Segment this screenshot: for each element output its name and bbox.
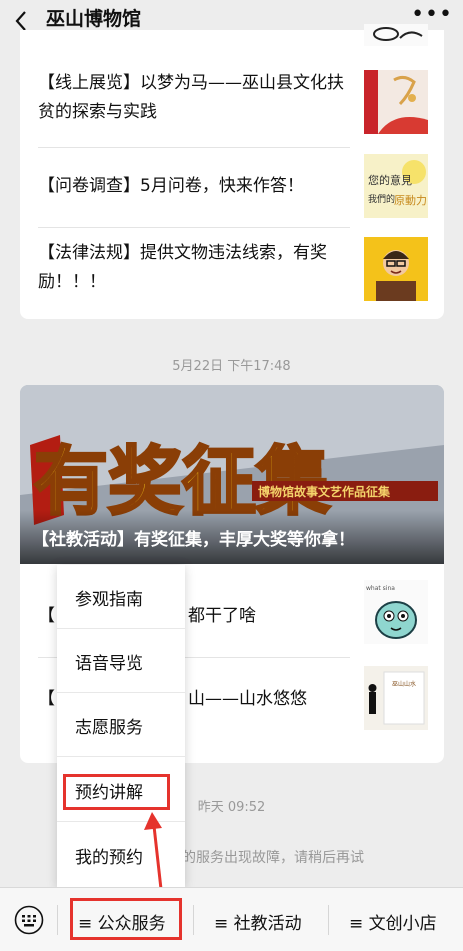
article-title: 【线上展览】以梦为马——巫山县文化扶贫的探索与实践 (38, 73, 344, 122)
svg-text:我們的: 我們的 (368, 193, 395, 205)
highlight-box (63, 774, 170, 810)
article-thumbnail (364, 70, 428, 134)
tab-shop[interactable]: ≡ 文创小店 (329, 888, 463, 951)
article-thumbnail (364, 237, 428, 301)
menu-item-guide[interactable]: 参观指南 (57, 565, 185, 629)
banner-image[interactable]: 有奖征集 博物馆故事文艺作品征集 【社教活动】有奖征集，丰厚大奖等你拿！ (20, 385, 444, 564)
banner-sub-text: 博物馆故事文艺作品征集 (258, 484, 391, 499)
article-thumbnail[interactable] (364, 24, 428, 46)
menu-item-label: 我的预约 (75, 848, 143, 868)
svg-text:您的意見: 您的意見 (368, 173, 412, 187)
timestamp: 5月22日 下午17:48 (172, 359, 291, 374)
list-item[interactable]: 【问卷调查】5月问卷，快来作答！ 您的意見 我們的 原動力 (38, 148, 428, 228)
article-title: 【法律法规】提供文物违法线索，有奖励！！！ (38, 243, 327, 292)
menu-item-label: 志愿服务 (75, 718, 143, 738)
article-title: 【社教活动】有奖征集，丰厚大奖等你拿！ (32, 530, 355, 550)
list-item[interactable]: 【线上展览】以梦为马——巫山县文化扶贫的探索与实践 (38, 66, 428, 148)
article-title-suffix: 都干了啥 (188, 606, 256, 626)
menu-item-label: 语音导览 (75, 654, 143, 674)
svg-text:what sina: what sina (366, 585, 395, 592)
menu-item-audio-guide[interactable]: 语音导览 (57, 629, 185, 693)
highlight-box (70, 898, 182, 940)
keyboard-icon[interactable] (14, 905, 44, 935)
tab-education[interactable]: ≡ 社教活动 (194, 888, 328, 951)
page-title: 巫山博物馆 (46, 8, 142, 30)
article-thumbnail: what sina (364, 580, 428, 644)
svg-text:原動力: 原動力 (394, 193, 427, 207)
menu-item-volunteer[interactable]: 志愿服务 (57, 693, 185, 757)
svg-text:巫山山水: 巫山山水 (392, 680, 416, 688)
article-title-suffix: 山——山水悠悠 (188, 689, 307, 709)
article-card: 【线上展览】以梦为马——巫山县文化扶贫的探索与实践 【问卷调查】5月问卷，快来作… (20, 24, 444, 319)
list-item[interactable]: 【法律法规】提供文物违法线索，有奖励！！！ (38, 228, 428, 308)
article-thumbnail: 您的意見 我們的 原動力 (364, 154, 428, 218)
tab-label: ≡ 社教活动 (214, 914, 302, 934)
article-title: 【问卷调查】5月问卷，快来作答！ (38, 176, 304, 196)
article-thumbnail: 巫山山水 (364, 666, 428, 730)
system-message: 的服务出现故障，请稍后再试 (182, 850, 364, 866)
tab-label: ≡ 文创小店 (349, 914, 437, 934)
menu-item-label: 参观指南 (75, 590, 143, 610)
